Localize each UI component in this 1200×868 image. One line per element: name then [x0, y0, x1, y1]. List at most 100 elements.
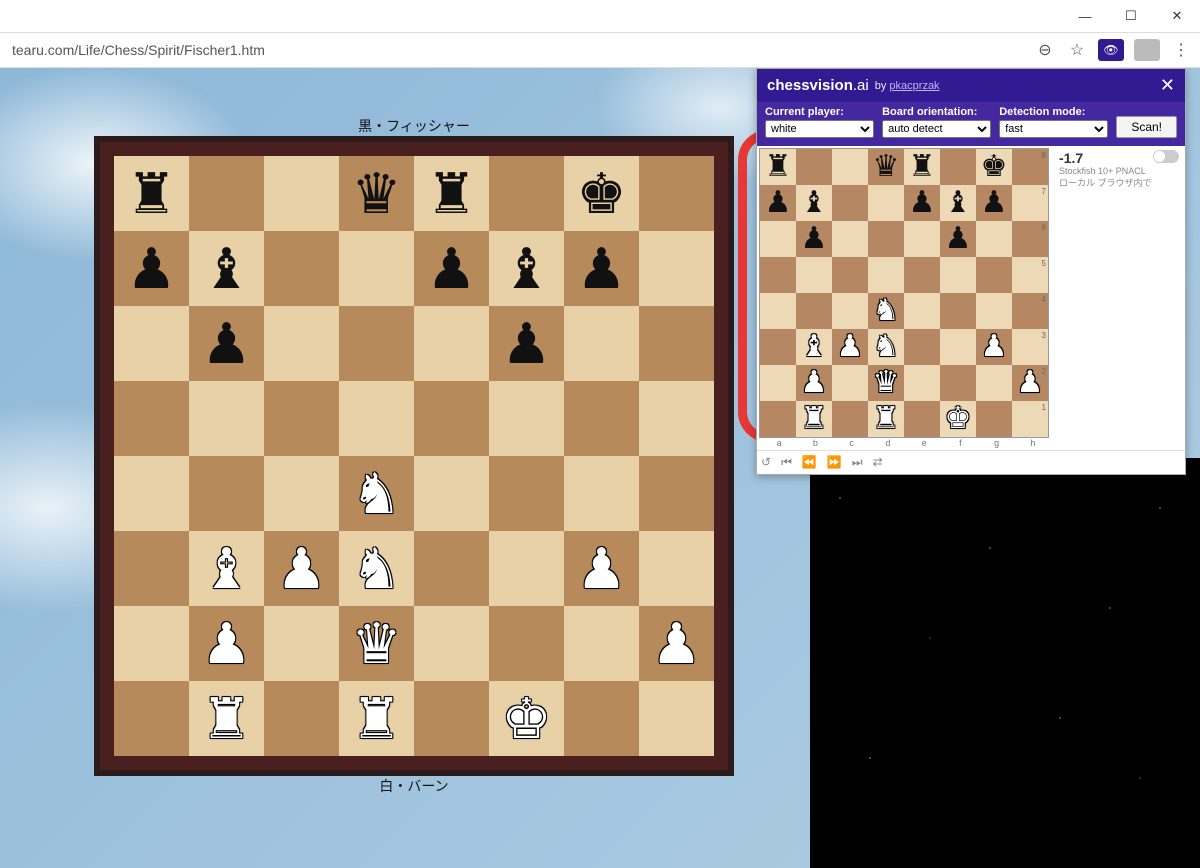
- square-d5[interactable]: [339, 381, 414, 456]
- square-e2[interactable]: [414, 606, 489, 681]
- square-g2[interactable]: [564, 606, 639, 681]
- first-move-icon[interactable]: ⏮: [781, 455, 792, 470]
- square-b4[interactable]: [796, 293, 832, 329]
- square-c5[interactable]: [832, 257, 868, 293]
- detection-mode-select[interactable]: fast: [999, 120, 1108, 138]
- square-e6[interactable]: [904, 221, 940, 257]
- detected-chess-board[interactable]: ♜♛♜♚8♟♝♟♝♟7♟♟65♞4♝♟♞♟3♟♛♟2♜♜♚1: [759, 148, 1049, 438]
- square-f3[interactable]: [489, 531, 564, 606]
- swap-icon[interactable]: ⇄: [873, 455, 883, 470]
- window-minimize-button[interactable]: —: [1062, 0, 1108, 32]
- square-b1[interactable]: ♜: [796, 401, 832, 437]
- square-a4[interactable]: [760, 293, 796, 329]
- square-h7[interactable]: [639, 231, 714, 306]
- square-d2[interactable]: ♛: [339, 606, 414, 681]
- square-f1[interactable]: ♚: [489, 681, 564, 756]
- square-f6[interactable]: ♟: [489, 306, 564, 381]
- square-a5[interactable]: [760, 257, 796, 293]
- zoom-icon[interactable]: ⊖: [1034, 39, 1056, 61]
- square-g6[interactable]: [564, 306, 639, 381]
- square-f2[interactable]: [489, 606, 564, 681]
- square-b8[interactable]: [796, 149, 832, 185]
- square-a8[interactable]: ♜: [114, 156, 189, 231]
- window-close-button[interactable]: ✕: [1154, 0, 1200, 32]
- square-b4[interactable]: [189, 456, 264, 531]
- square-e5[interactable]: [904, 257, 940, 293]
- square-c5[interactable]: [264, 381, 339, 456]
- square-d7[interactable]: [868, 185, 904, 221]
- square-g4[interactable]: [976, 293, 1012, 329]
- square-e3[interactable]: [414, 531, 489, 606]
- board-orientation-select[interactable]: auto detect: [882, 120, 991, 138]
- square-f5[interactable]: [489, 381, 564, 456]
- square-g1[interactable]: [976, 401, 1012, 437]
- square-f8[interactable]: [940, 149, 976, 185]
- square-a6[interactable]: [760, 221, 796, 257]
- current-player-select[interactable]: white: [765, 120, 874, 138]
- square-b8[interactable]: [189, 156, 264, 231]
- square-b5[interactable]: [189, 381, 264, 456]
- square-h8[interactable]: [639, 156, 714, 231]
- square-a2[interactable]: [760, 365, 796, 401]
- author-link[interactable]: pkacprzak: [889, 80, 939, 92]
- square-e8[interactable]: ♜: [414, 156, 489, 231]
- square-d6[interactable]: [339, 306, 414, 381]
- square-d1[interactable]: ♜: [868, 401, 904, 437]
- flip-icon[interactable]: ↺: [761, 455, 771, 470]
- square-e8[interactable]: ♜: [904, 149, 940, 185]
- square-f3[interactable]: [940, 329, 976, 365]
- square-h6[interactable]: [639, 306, 714, 381]
- square-f4[interactable]: [940, 293, 976, 329]
- square-d1[interactable]: ♜: [339, 681, 414, 756]
- square-b6[interactable]: ♟: [796, 221, 832, 257]
- square-g7[interactable]: ♟: [564, 231, 639, 306]
- square-c4[interactable]: [264, 456, 339, 531]
- square-d8[interactable]: ♛: [339, 156, 414, 231]
- square-g8[interactable]: ♚: [976, 149, 1012, 185]
- address-bar[interactable]: tearu.com/Life/Chess/Spirit/Fischer1.htm: [8, 42, 1024, 58]
- square-e7[interactable]: ♟: [904, 185, 940, 221]
- square-f4[interactable]: [489, 456, 564, 531]
- square-b3[interactable]: ♝: [189, 531, 264, 606]
- square-b6[interactable]: ♟: [189, 306, 264, 381]
- square-d3[interactable]: ♞: [339, 531, 414, 606]
- square-c4[interactable]: [832, 293, 868, 329]
- square-e6[interactable]: [414, 306, 489, 381]
- square-e5[interactable]: [414, 381, 489, 456]
- square-d5[interactable]: [868, 257, 904, 293]
- prev-move-icon[interactable]: ⏪: [802, 455, 817, 470]
- square-g5[interactable]: [564, 381, 639, 456]
- square-g7[interactable]: ♟: [976, 185, 1012, 221]
- square-b2[interactable]: ♟: [796, 365, 832, 401]
- square-f6[interactable]: ♟: [940, 221, 976, 257]
- square-a4[interactable]: [114, 456, 189, 531]
- square-b7[interactable]: ♝: [796, 185, 832, 221]
- square-c7[interactable]: [264, 231, 339, 306]
- square-g2[interactable]: [976, 365, 1012, 401]
- square-g3[interactable]: ♟: [976, 329, 1012, 365]
- square-f8[interactable]: [489, 156, 564, 231]
- engine-toggle[interactable]: [1153, 150, 1179, 163]
- square-h2[interactable]: ♟: [639, 606, 714, 681]
- square-b5[interactable]: [796, 257, 832, 293]
- square-h4[interactable]: [639, 456, 714, 531]
- square-c3[interactable]: ♟: [264, 531, 339, 606]
- square-a3[interactable]: [760, 329, 796, 365]
- next-move-icon[interactable]: ⏩: [827, 455, 842, 470]
- last-move-icon[interactable]: ⏭: [852, 455, 863, 470]
- square-h5[interactable]: [639, 381, 714, 456]
- square-a7[interactable]: ♟: [114, 231, 189, 306]
- square-g6[interactable]: [976, 221, 1012, 257]
- square-d7[interactable]: [339, 231, 414, 306]
- square-g4[interactable]: [564, 456, 639, 531]
- square-f1[interactable]: ♚: [940, 401, 976, 437]
- square-b3[interactable]: ♝: [796, 329, 832, 365]
- square-f2[interactable]: [940, 365, 976, 401]
- main-chess-board[interactable]: ♜♛♜♚♟♝♟♝♟♟♟♞♝♟♞♟♟♛♟♜♜♚: [114, 156, 714, 756]
- extension-icon[interactable]: 👁: [1098, 39, 1124, 61]
- square-c2[interactable]: [264, 606, 339, 681]
- square-d2[interactable]: ♛: [868, 365, 904, 401]
- square-d6[interactable]: [868, 221, 904, 257]
- profile-avatar[interactable]: [1134, 39, 1160, 61]
- square-c8[interactable]: [264, 156, 339, 231]
